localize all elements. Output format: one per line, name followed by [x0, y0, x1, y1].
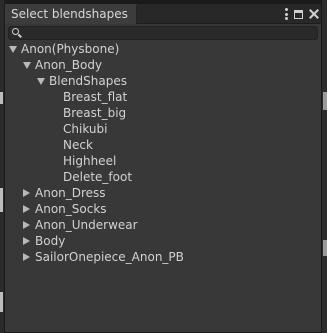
maximize-icon[interactable] [294, 9, 303, 19]
expanded-arrow-icon[interactable] [23, 62, 31, 69]
tree-item-label: BlendShapes [49, 74, 127, 88]
tree-node[interactable]: SailorOnepiece_Anon_PB [5, 249, 321, 265]
background-edge-mark [323, 92, 327, 110]
tree-item-label: Anon_Underwear [35, 218, 138, 232]
tree-leaf-item[interactable]: Delete_foot [5, 169, 321, 185]
tree-node[interactable]: BlendShapes [5, 73, 321, 89]
select-blendshapes-window: Select blendshapes Anon(Physbone) Anon_Bo… [4, 3, 322, 333]
tree-leaf-item[interactable]: Highheel [5, 153, 321, 169]
collapsed-arrow-icon[interactable] [23, 205, 30, 213]
background-edge-mark [0, 292, 3, 312]
tree-item-label: Highheel [63, 154, 117, 168]
tree-node[interactable]: Anon_Socks [5, 201, 321, 217]
tree-node[interactable]: Anon_Body [5, 57, 321, 73]
tree-item-label: Anon_Body [35, 58, 103, 72]
search-icon [12, 28, 22, 38]
tree-leaf-item[interactable]: Breast_flat [5, 89, 321, 105]
tree-item-label: Chikubi [63, 122, 108, 136]
tree-item-label: Breast_big [63, 106, 127, 120]
expanded-arrow-icon[interactable] [9, 46, 17, 53]
window-titlebar: Select blendshapes [5, 4, 321, 24]
tree-leaf-item[interactable]: Chikubi [5, 121, 321, 137]
collapsed-arrow-icon[interactable] [23, 189, 30, 197]
tree-node[interactable]: Anon(Physbone) [5, 41, 321, 57]
tree-item-label: Anon_Dress [35, 186, 106, 200]
expanded-arrow-icon[interactable] [37, 78, 45, 85]
more-options-icon[interactable] [284, 8, 288, 20]
tree-node[interactable]: Anon_Dress [5, 185, 321, 201]
tree-item-label: Breast_flat [63, 90, 128, 104]
tree-node[interactable]: Anon_Underwear [5, 217, 321, 233]
tree-leaf-item[interactable]: Breast_big [5, 105, 321, 121]
collapsed-arrow-icon[interactable] [23, 237, 30, 245]
search-field[interactable] [8, 26, 318, 40]
tree-node[interactable]: Body [5, 233, 321, 249]
tree-leaf-item[interactable]: Neck [5, 137, 321, 153]
tree-item-label: Anon_Socks [35, 202, 107, 216]
background-edge-mark [0, 188, 3, 212]
background-panel-right [322, 0, 327, 333]
titlebar-controls [284, 4, 319, 24]
window-tab-title: Select blendshapes [11, 7, 128, 21]
collapsed-arrow-icon[interactable] [23, 253, 30, 261]
collapsed-arrow-icon[interactable] [23, 221, 30, 229]
tree-item-label: SailorOnepiece_Anon_PB [35, 250, 184, 264]
window-tab[interactable]: Select blendshapes [5, 4, 137, 24]
background-edge-mark [323, 240, 327, 256]
search-input[interactable] [25, 27, 305, 39]
tree-item-label: Body [35, 234, 66, 248]
tree-item-label: Anon(Physbone) [21, 42, 120, 56]
tree-item-label: Neck [63, 138, 93, 152]
background-edge-mark [0, 92, 3, 104]
close-icon[interactable] [309, 9, 319, 19]
tree-item-label: Delete_foot [63, 170, 133, 184]
